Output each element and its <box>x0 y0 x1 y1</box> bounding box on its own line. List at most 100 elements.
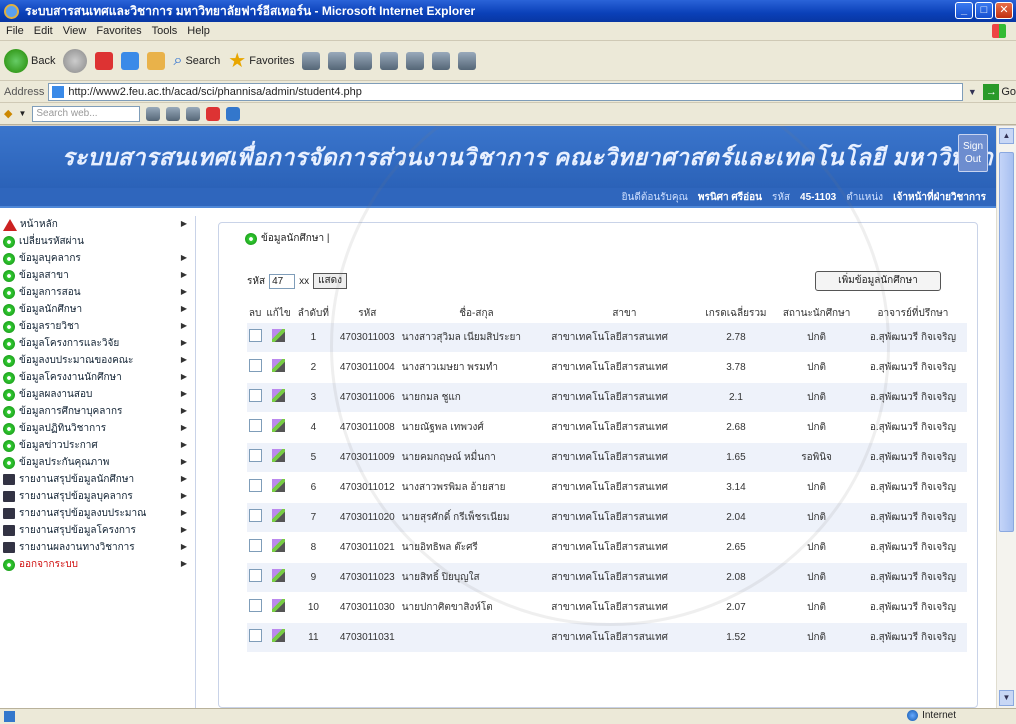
favorites-button[interactable]: ★ Favorites <box>228 49 294 72</box>
minimize-button[interactable]: _ <box>955 2 973 19</box>
site-title: ระบบสารสนเทศเพื่อการจัดการส่วนงานวิชาการ… <box>62 144 996 170</box>
delete-cell <box>247 621 264 652</box>
menu-file[interactable]: File <box>6 25 24 37</box>
sidebar-item[interactable]: รายงานสรุปข้อมูลโครงการ ▶ <box>0 522 195 539</box>
search-go-icon[interactable] <box>146 106 161 121</box>
search-web-input[interactable]: Search web... <box>32 105 141 122</box>
submenu-arrow-icon: ▶ <box>180 406 187 415</box>
sidebar-item[interactable]: ข้อมูลประกันคุณภาพ ▶ <box>0 454 195 471</box>
edit-page-icon[interactable] <box>380 51 399 70</box>
sidebar-item[interactable]: ข้อมูลโครงงานนักศึกษา ▶ <box>0 369 195 386</box>
edit-icon[interactable] <box>272 599 286 612</box>
close-button[interactable]: ✕ <box>995 2 1013 19</box>
menu-help[interactable]: Help <box>187 25 210 37</box>
scroll-down-icon[interactable]: ▼ <box>999 690 1014 706</box>
show-button[interactable]: แสดง <box>313 273 348 289</box>
scroll-thumb[interactable] <box>999 152 1014 532</box>
sidebar-item[interactable]: เปลี่ยนรหัสผ่าน <box>0 233 195 250</box>
toolbar-info-icon[interactable] <box>226 106 241 121</box>
sidebar-item[interactable]: รายงานสรุปข้อมูลบุคลากร ▶ <box>0 488 195 505</box>
sidebar-item[interactable]: ข้อมูลนักศึกษา ▶ <box>0 301 195 318</box>
column-header: สถานะนักศึกษา <box>774 305 859 322</box>
vertical-scrollbar[interactable]: ▲ ▼ <box>996 126 1016 708</box>
back-arrow-icon <box>4 48 28 73</box>
delete-checkbox[interactable] <box>248 599 262 612</box>
add-student-button[interactable]: เพิ่มข้อมูลนักศึกษา <box>815 271 941 291</box>
print-icon[interactable] <box>354 51 373 70</box>
sidebar-item[interactable]: ข้อมูลข่าวประกาศ ▶ <box>0 437 195 454</box>
delete-checkbox[interactable] <box>248 449 262 462</box>
refresh-button[interactable] <box>121 51 140 70</box>
table-row: 5 4703011009 นายคมกฤษณ์ หมื่นกา สาขาเทคโนโล… <box>247 441 967 472</box>
research-icon[interactable] <box>432 51 451 70</box>
mail-icon[interactable] <box>328 51 347 70</box>
edit-icon[interactable] <box>272 539 286 552</box>
edit-icon[interactable] <box>272 569 286 582</box>
edit-icon[interactable] <box>272 449 286 462</box>
page-icon <box>52 85 65 98</box>
edit-icon[interactable] <box>272 479 286 492</box>
search-button[interactable]: ⌕ Search <box>173 52 220 70</box>
edit-cell <box>263 531 294 562</box>
delete-checkbox[interactable] <box>248 569 262 582</box>
scroll-up-icon[interactable]: ▲ <box>999 128 1014 144</box>
menu-favorites[interactable]: Favorites <box>96 25 141 37</box>
sidebar-item[interactable]: ข้อมูลการสอน ▶ <box>0 284 195 301</box>
year-input[interactable]: 47 <box>269 273 296 289</box>
sidebar-item[interactable]: ข้อมูลสาขา ▶ <box>0 267 195 284</box>
highlight-icon[interactable] <box>166 106 181 121</box>
sidebar-item[interactable]: ข้อมูลบุคลากร ▶ <box>0 250 195 267</box>
sidebar-item[interactable]: ข้อมูลปฏิทินวิชาการ ▶ <box>0 420 195 437</box>
search-toolbar-arrow-icon[interactable]: ▼ <box>18 109 26 118</box>
delete-checkbox[interactable] <box>248 419 262 432</box>
sidebar-item[interactable]: ข้อมูลโครงการและวิจัย ▶ <box>0 335 195 352</box>
delete-checkbox[interactable] <box>248 539 262 552</box>
history-icon[interactable] <box>302 51 321 70</box>
address-dropdown-icon[interactable]: ▼ <box>965 83 979 101</box>
back-button[interactable]: Back <box>4 48 55 73</box>
delete-checkbox[interactable] <box>248 509 262 522</box>
edit-icon[interactable] <box>272 329 286 342</box>
edit-icon[interactable] <box>272 419 286 432</box>
sidebar-item[interactable]: รายงานสรุปข้อมูลงบประมาณ ▶ <box>0 505 195 522</box>
sidebar-item[interactable]: หน้าหลัก ▶ <box>0 216 195 233</box>
folder-icon[interactable] <box>406 51 425 70</box>
edit-icon[interactable] <box>272 359 286 372</box>
star-icon: ★ <box>228 49 247 72</box>
sidebar-item[interactable]: ข้อมูลงบประมาณของคณะ ▶ <box>0 352 195 369</box>
go-button[interactable]: → Go <box>983 83 1016 100</box>
menu-view[interactable]: View <box>63 25 87 37</box>
popup-blocker-icon[interactable] <box>186 106 201 121</box>
delete-checkbox[interactable] <box>248 389 262 402</box>
sidebar-item[interactable]: รายงานผลงานทางวิชาการ ▶ <box>0 539 195 556</box>
sidebar-item[interactable]: ข้อมูลรายวิชา ▶ <box>0 318 195 335</box>
delete-checkbox[interactable] <box>248 479 262 492</box>
sidebar-item[interactable]: ออกจากระบบ ▶ <box>0 556 195 573</box>
sidebar-item[interactable]: ข้อมูลการศึกษาบุคลากร ▶ <box>0 403 195 420</box>
edit-icon[interactable] <box>272 389 286 402</box>
menu-tools[interactable]: Tools <box>152 25 178 37</box>
messenger-icon[interactable] <box>458 51 477 70</box>
delete-checkbox[interactable] <box>248 629 262 643</box>
edit-icon[interactable] <box>272 629 286 643</box>
delete-checkbox[interactable] <box>248 359 262 372</box>
home-button[interactable] <box>147 51 166 70</box>
sidebar-item[interactable]: รายงานสรุปข้อมูลนักศึกษา ▶ <box>0 471 195 488</box>
breadcrumb-text[interactable]: ข้อมูลนักศึกษา | <box>261 231 329 246</box>
maximize-button[interactable]: □ <box>975 2 993 19</box>
delete-checkbox[interactable] <box>248 329 262 342</box>
delete-cell <box>247 531 264 562</box>
cell-advisor: อ.สุพัฒนวรี กิจเจริญ <box>858 531 967 562</box>
edit-icon[interactable] <box>272 509 286 522</box>
user-code: 45-1103 <box>800 191 837 203</box>
stop-button[interactable] <box>95 51 114 70</box>
cell-major: สาขาเทคโนโลยีสารสนเทศ <box>551 411 698 442</box>
cell-major: สาขาเทคโนโลยีสารสนเทศ <box>551 501 698 532</box>
address-input[interactable]: http://www2.feu.ac.th/acad/sci/phannisa/… <box>48 82 964 101</box>
cell-major: สาขาเทคโนโลยีสารสนเทศ <box>551 351 698 382</box>
sidebar-item[interactable]: ข้อมูลผลงานสอบ ▶ <box>0 386 195 403</box>
sign-out-button[interactable]: Sign Out <box>958 134 988 172</box>
menu-edit[interactable]: Edit <box>34 25 53 37</box>
toolbar-options-icon[interactable] <box>206 106 221 121</box>
forward-button[interactable] <box>63 48 88 73</box>
